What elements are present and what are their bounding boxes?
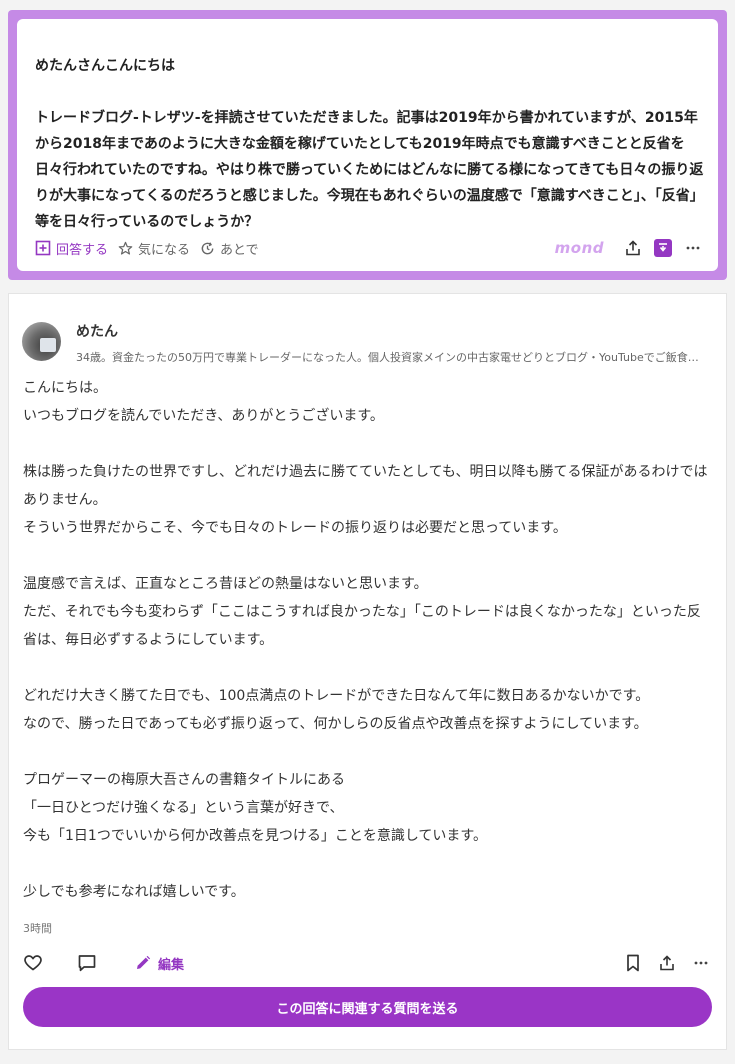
answer-paragraph — [23, 738, 713, 766]
answer-paragraph: こんにちは。 — [23, 380, 107, 396]
archive-icon — [654, 239, 672, 257]
answer-button[interactable]: 回答する — [35, 239, 108, 258]
interest-label: 気になる — [138, 242, 191, 258]
answer-paragraph — [23, 850, 713, 878]
answer-more-button[interactable] — [690, 952, 712, 974]
share-icon — [660, 955, 674, 971]
answer-paragraph — [23, 430, 713, 458]
more-dots-icon — [694, 961, 708, 965]
question-card: めたんさんこんにちは トレードブログ-トレザツ-を拝読させていただきました。記事… — [17, 19, 718, 271]
answer-body: こんにちは。いつもブログを読んでいただき、ありがとうございます。株は勝った負けた… — [23, 374, 713, 906]
answer-paragraph: なので、勝った日であっても必ず振り返って、何かしらの反省点や改善点を探すようにし… — [23, 716, 648, 732]
interest-button[interactable]: 気になる — [118, 239, 190, 258]
answer-paragraph: いつもブログを読んでいただき、ありがとうございます。 — [23, 408, 384, 424]
question-body: トレードブログ-トレザツ-を拝読させていただきました。記事は2019年から書かれ… — [35, 110, 704, 230]
answer-footer-actions: 編集 — [23, 952, 712, 974]
heart-icon — [24, 955, 42, 971]
archive-button[interactable] — [652, 237, 674, 259]
answer-paragraph — [23, 654, 713, 682]
author-bio: 34歳。資金たったの50万円で専業トレーダーになった人。個人投資家メインの中古家… — [76, 351, 701, 364]
answer-paragraph: 今も「1日1つでいいから何か改善点を見つける」ことを意識しています。 — [23, 828, 487, 844]
answer-card: めたん 34歳。資金たったの50万円で専業トレーダーになった人。個人投資家メイン… — [8, 293, 727, 1050]
author-name[interactable]: めたん — [76, 323, 701, 341]
answer-share-button[interactable] — [656, 952, 678, 974]
mond-logo: mond — [554, 239, 604, 257]
edit-label: 編集 — [158, 957, 185, 973]
answer-paragraph: ただ、それでも今も変わらず「ここはこうすれば良かったな」「このトレードは良くなか… — [23, 604, 701, 648]
answer-timestamp: 3時間 — [23, 922, 52, 935]
edit-button[interactable]: 編集 — [135, 954, 184, 973]
avatar[interactable] — [22, 322, 61, 361]
more-button[interactable] — [682, 237, 704, 259]
answer-author: めたん 34歳。資金たったの50万円で専業トレーダーになった人。個人投資家メイン… — [22, 322, 701, 365]
more-dots-icon — [686, 246, 700, 250]
answer-plus-icon — [35, 240, 51, 256]
answer-paragraph: 株は勝った負けたの世界ですし、どれだけ過去に勝てていたとしても、明日以降も勝てる… — [23, 464, 708, 508]
footer-right-actions — [610, 952, 712, 974]
answer-paragraph: 少しでも参考になれば嬉しいです。 — [23, 884, 245, 900]
answer-paragraph: どれだけ大きく勝てた日でも、100点満点のトレードができた日なんて年に数日あるか… — [23, 688, 650, 704]
question-highlight-frame: めたんさんこんにちは トレードブログ-トレザツ-を拝読させていただきました。記事… — [8, 10, 727, 280]
comment-icon — [78, 955, 96, 972]
question-actions: 回答する 気になる あとで mond — [35, 237, 704, 259]
question-right-actions: mond — [555, 237, 704, 259]
comment-button[interactable] — [77, 953, 97, 973]
answer-paragraph: 温度感で言えば、正直なところ昔ほどの熱量はないと思います。 — [23, 576, 428, 592]
later-button[interactable]: あとで — [200, 239, 259, 258]
star-icon — [118, 241, 133, 255]
share-button[interactable] — [622, 237, 644, 259]
bookmark-icon — [627, 954, 639, 972]
related-question-button[interactable]: この回答に関連する質問を送る — [23, 987, 712, 1027]
answer-paragraph: 「一日ひとつだけ強くなる」という言葉が好きで、 — [23, 800, 344, 816]
question-greeting: めたんさんこんにちは — [35, 58, 175, 74]
bookmark-button[interactable] — [622, 952, 644, 974]
answer-label: 回答する — [56, 242, 109, 258]
pencil-icon — [137, 955, 151, 969]
share-icon — [626, 240, 640, 256]
answer-paragraph: そういう世界だからこそ、今でも日々のトレードの振り返りは必要だと思っています。 — [23, 520, 567, 536]
later-label: あとで — [220, 242, 259, 258]
like-button[interactable] — [23, 953, 43, 973]
author-info: めたん 34歳。資金たったの50万円で専業トレーダーになった人。個人投資家メイン… — [76, 322, 701, 365]
answer-paragraph — [23, 542, 713, 570]
answer-paragraph: プロゲーマーの梅原大吾さんの書籍タイトルにある — [23, 772, 345, 788]
clock-arrow-icon — [201, 241, 214, 254]
